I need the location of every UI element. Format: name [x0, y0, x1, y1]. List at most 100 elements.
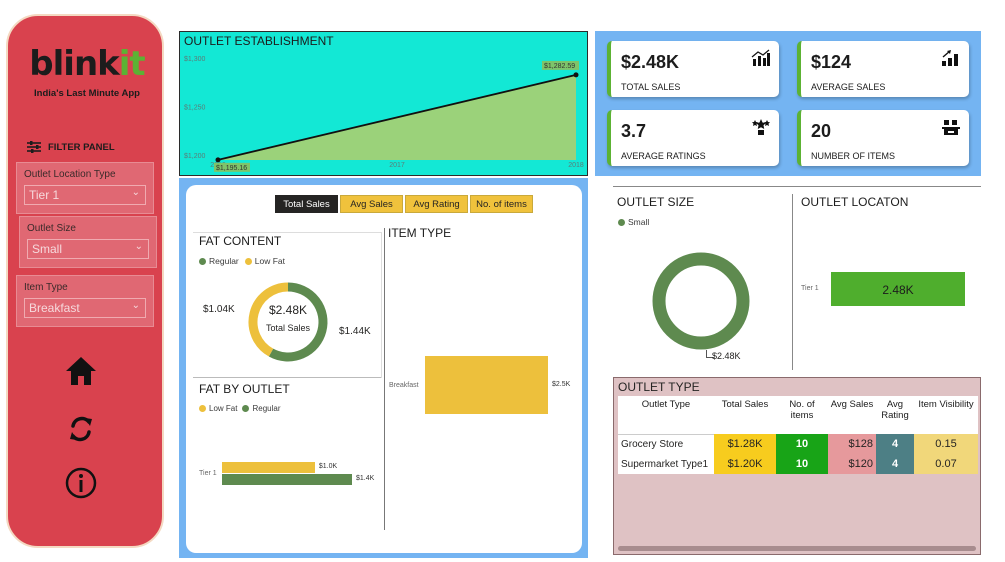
fat-by-outlet-legend: Low Fat Regular — [199, 404, 280, 413]
item-type-title: ITEM TYPE — [388, 226, 452, 240]
slicer-outlet-location-type[interactable]: Outlet Location Type Tier 1 ⌄ — [16, 162, 154, 214]
establishment-area-chart: $1,300$1,250$1,200201620172018$1,195.16$… — [184, 56, 584, 172]
kpi-label: TOTAL SALES — [621, 82, 681, 92]
legend-label: Regular — [209, 256, 239, 266]
category-label: Tier 1 — [199, 470, 217, 477]
filter-panel-header: FILTER PANEL — [26, 140, 115, 154]
category-label: Breakfast — [389, 382, 419, 389]
outlet-type-title: OUTLET TYPE — [618, 380, 700, 394]
table-row[interactable]: Supermarket Type1 $1.20K 10 $120 4 0.07 — [618, 454, 978, 474]
slicer-label: Outlet Size — [27, 223, 76, 234]
column-header[interactable]: No. of items — [776, 396, 828, 434]
legend-dot — [242, 405, 250, 412]
column-header[interactable]: Avg Sales — [828, 396, 876, 434]
outlet-location-title: OUTLET LOCATON — [801, 195, 909, 209]
x-tick-label: 2017 — [389, 162, 405, 169]
legend-label: Low Fat — [209, 404, 238, 413]
kpi-value: 20 — [811, 121, 832, 141]
table-header-row: Outlet Type Total Sales No. of items Avg… — [618, 396, 978, 434]
table-row[interactable]: Grocery Store $1.28K 10 $128 4 0.15 — [618, 433, 978, 454]
slicer-outlet-size[interactable]: Outlet Size Small ⌄ — [19, 216, 157, 268]
blinkit-logo: blinkit — [29, 44, 145, 84]
bar-growth-icon — [942, 50, 958, 66]
slicer-item-type[interactable]: Item Type Breakfast ⌄ — [16, 275, 154, 327]
tab-no-of-items[interactable]: No. of items — [470, 195, 533, 213]
tab-avg-rating[interactable]: Avg Rating — [405, 195, 468, 213]
cell-no-of-items: 10 — [776, 434, 828, 454]
column-header[interactable]: Total Sales — [714, 396, 776, 434]
slicer-label: Item Type — [24, 282, 68, 293]
divider — [193, 377, 381, 378]
slicer-dropdown[interactable]: Tier 1 ⌄ — [24, 185, 146, 205]
kpi-value: $124 — [811, 52, 852, 72]
sidebar: blinkit India's Last Minute App FILTER P… — [6, 14, 164, 548]
column-header[interactable]: Item Visibility — [914, 396, 978, 434]
cell-outlet-type: Grocery Store — [618, 433, 714, 454]
outlet-size-donut — [652, 252, 750, 350]
donut-center-label: Total Sales — [265, 323, 311, 333]
divider — [384, 228, 385, 530]
tab-total-sales[interactable]: Total Sales — [275, 195, 338, 213]
horizontal-scrollbar[interactable] — [618, 546, 976, 551]
slicer-label: Outlet Location Type — [24, 169, 116, 180]
outlet-type-table: Outlet Type Total Sales No. of items Avg… — [618, 396, 978, 474]
x-tick-label: 2018 — [568, 162, 584, 169]
filter-panel-label: FILTER PANEL — [48, 141, 115, 153]
outlet-type-table-panel: OUTLET TYPE Outlet Type Total Sales No. … — [613, 377, 981, 555]
column-header[interactable]: Outlet Type — [618, 396, 714, 434]
outlet-size-legend: Small — [618, 217, 649, 227]
slicer-dropdown[interactable]: Breakfast ⌄ — [24, 298, 146, 318]
home-icon[interactable] — [64, 354, 98, 388]
y-tick-label: $1,300 — [184, 56, 206, 63]
legend-label: Regular — [252, 404, 281, 413]
cell-total-sales: $1.28K — [714, 434, 776, 454]
bar-breakfast — [425, 356, 548, 414]
end-data-label: $1,282.59 — [544, 63, 575, 70]
slicer-dropdown[interactable]: Small ⌄ — [27, 239, 149, 259]
refresh-icon[interactable] — [64, 412, 98, 446]
cell-avg-sales: $120 — [828, 454, 876, 474]
donut-center-value: $2.48K — [268, 303, 308, 317]
start-data-label: $1,195.16 — [216, 165, 247, 172]
fat-content-title: FAT CONTENT — [199, 234, 282, 248]
cell-avg-rating: 4 — [876, 454, 914, 474]
cell-item-visibility: 0.07 — [914, 454, 978, 474]
cell-item-visibility: 0.15 — [914, 434, 978, 454]
kpi-label: NUMBER OF ITEMS — [811, 151, 896, 161]
legend-dot — [244, 257, 252, 265]
sales-chart-icon — [751, 49, 770, 66]
data-point — [573, 72, 579, 78]
bar-regular — [222, 474, 352, 485]
y-tick-label: $1,200 — [184, 153, 206, 160]
cell-total-sales: $1.20K — [714, 454, 776, 474]
cell-avg-sales: $128 — [828, 434, 876, 454]
fat-by-outlet-title: FAT BY OUTLET — [199, 382, 290, 396]
slicer-value: Tier 1 — [29, 188, 60, 202]
filter-icon — [27, 141, 41, 153]
cell-avg-rating: 4 — [876, 434, 914, 454]
info-icon[interactable] — [64, 466, 98, 500]
donut-data-label: $2.48K — [712, 351, 741, 361]
kpi-card-average-sales: $124 AVERAGE SALES — [797, 41, 969, 97]
outlet-establishment-chart: OUTLET ESTABLISHMENT $1,300 $1,250 $1,200 2… — [179, 31, 588, 176]
slice-low-fat — [248, 282, 289, 357]
outlet-size-title: OUTLET SIZE — [617, 195, 695, 209]
slicer-value: Breakfast — [29, 301, 80, 315]
divider — [193, 232, 381, 233]
kpi-card-average-ratings: 3.7 AVERAGE RATINGS — [607, 110, 779, 166]
bar-value-label: $2.5K — [552, 381, 571, 388]
tab-avg-sales[interactable]: Avg Sales — [340, 195, 403, 213]
column-header[interactable]: Avg Rating — [876, 396, 914, 434]
chevron-down-icon: ⌄ — [134, 241, 143, 252]
bar-value-label: 2.48K — [882, 283, 914, 297]
bar-low-fat — [222, 462, 315, 473]
tagline: India's Last Minute App — [34, 88, 140, 99]
low-fat-data-label: $1.04K — [203, 304, 235, 315]
bar-low-fat-label: $1.0K — [318, 463, 338, 470]
divider — [381, 232, 382, 378]
y-tick-label: $1,250 — [184, 105, 206, 112]
kpi-value: $2.48K — [621, 52, 680, 72]
slicer-value: Small — [32, 242, 63, 256]
kpi-card-total-sales: $2.48K TOTAL SALES — [607, 41, 779, 97]
legend-dot — [199, 405, 206, 412]
